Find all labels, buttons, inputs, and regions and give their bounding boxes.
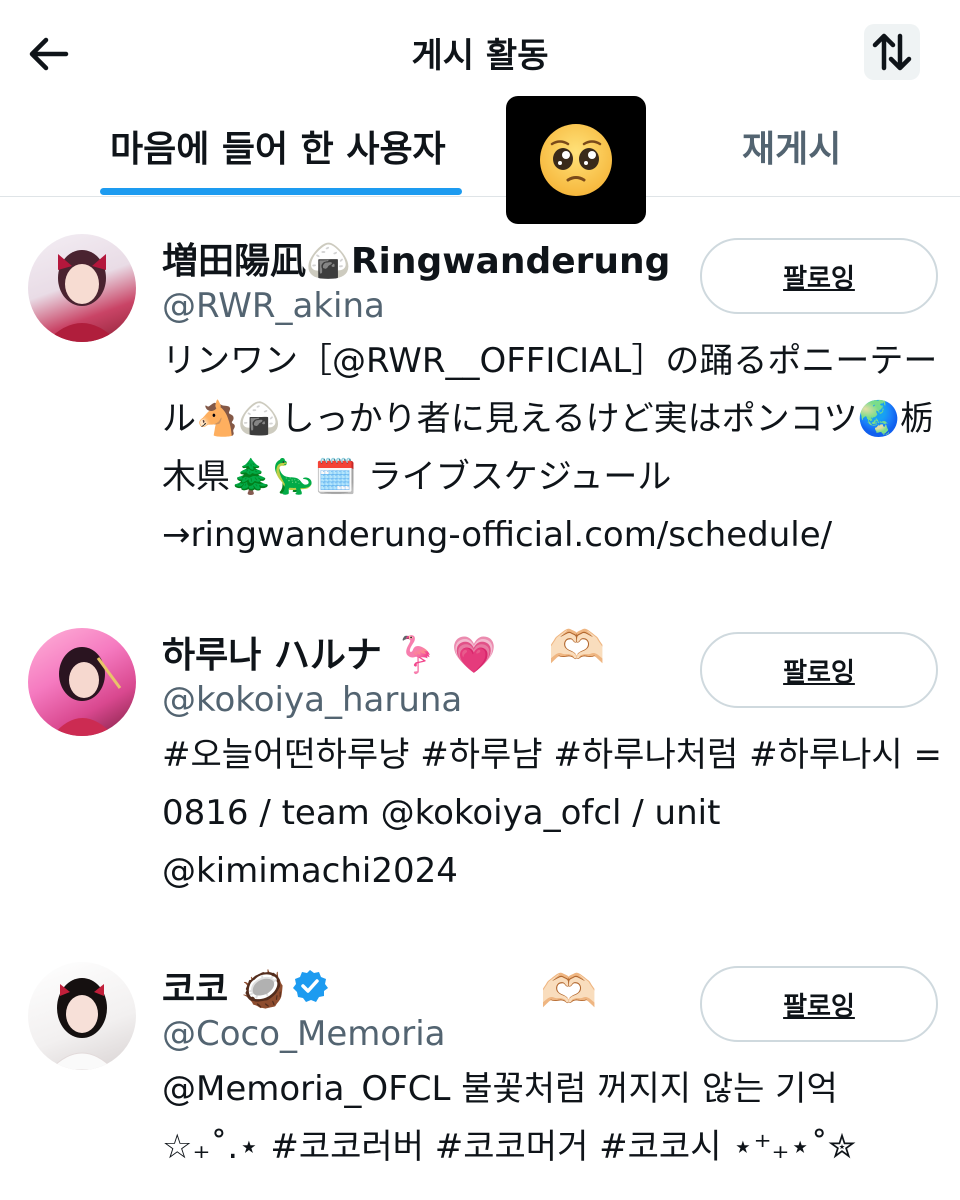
- user-display-name[interactable]: 増田陽凪🍙Ringwanderung: [162, 232, 670, 284]
- page-title: 게시 활동: [411, 36, 549, 76]
- heart-hands-icon: 🫶🏻: [540, 964, 598, 1018]
- avatar[interactable]: [28, 234, 136, 342]
- tab-bar: 마음에 들어 한 사용자 재게시: [0, 100, 960, 197]
- active-tab-indicator: [100, 188, 462, 195]
- user-handle[interactable]: @kokoiya_haruna: [162, 680, 462, 720]
- user-bio: リンワン［@RWR__OFFICIAL］の踊るポニーテール🐴🍙しっかり者に見える…: [162, 341, 938, 555]
- avatar[interactable]: [28, 628, 136, 736]
- avatar-portrait-icon: [52, 647, 122, 736]
- heart-hands-icon: 🫶🏻: [548, 620, 606, 674]
- following-button[interactable]: 팔로잉: [700, 238, 938, 314]
- user-display-name[interactable]: 코코 🥥: [162, 960, 328, 1012]
- avatar[interactable]: [28, 962, 136, 1070]
- tab-reposts[interactable]: 재게시: [742, 120, 841, 172]
- avatar-portrait-icon: [46, 250, 118, 342]
- header: 게시 활동: [0, 0, 960, 100]
- verified-badge-icon: [292, 970, 328, 1002]
- tab-liked-by[interactable]: 마음에 들어 한 사용자: [110, 120, 446, 172]
- pleading-face-icon: [540, 124, 612, 196]
- user-display-name[interactable]: 하루나 ハルナ 🦩 💗: [162, 626, 497, 678]
- avatar-portrait-icon: [49, 978, 115, 1070]
- sort-button[interactable]: [864, 24, 920, 80]
- user-display-name-text: 코코 🥥: [162, 969, 286, 1010]
- following-button[interactable]: 팔로잉: [700, 966, 938, 1042]
- following-button[interactable]: 팔로잉: [700, 632, 938, 708]
- sticker-overlay: [506, 96, 646, 224]
- user-handle[interactable]: @RWR_akina: [162, 286, 385, 326]
- user-bio: @Memoria_OFCL 불꽃처럼 꺼지지 않는 기억 ☆₊˚.⋆ #코코러버…: [162, 1069, 857, 1167]
- user-handle[interactable]: @Coco_Memoria: [162, 1014, 445, 1054]
- user-bio: #오늘어떤하루냥 #하루냠 #하루나처럼 #하루나시 = 0816 / team…: [162, 735, 942, 891]
- sort-arrows-icon: [872, 33, 912, 71]
